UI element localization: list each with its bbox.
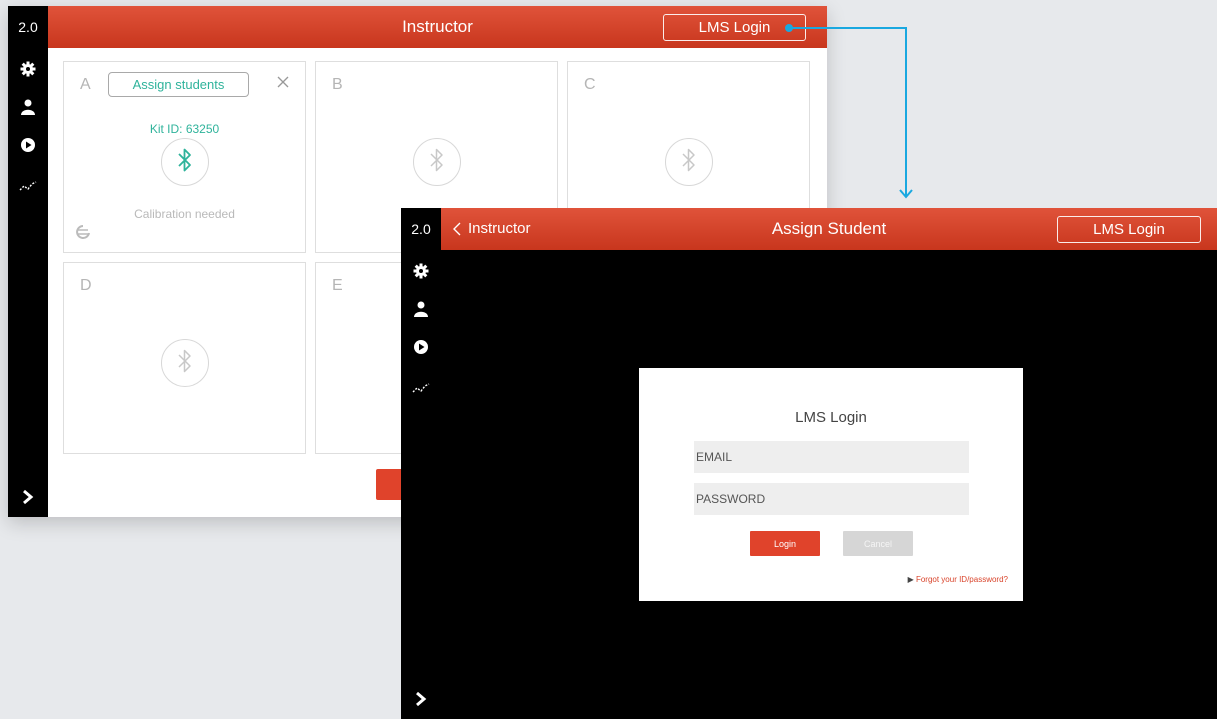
password-field[interactable] xyxy=(694,483,969,515)
sidebar: 2.0 xyxy=(401,208,441,719)
chart-icon[interactable] xyxy=(411,378,431,398)
lms-login-button[interactable]: LMS Login xyxy=(1057,216,1201,243)
chevron-right-icon[interactable] xyxy=(411,689,431,709)
dialog-title: LMS Login xyxy=(795,409,867,426)
forgot-password-label: Forgot your ID/password? xyxy=(915,575,1008,584)
gear-icon[interactable] xyxy=(411,261,431,281)
header-bar: Instructor Assign Student LMS Login xyxy=(441,208,1217,250)
play-icon[interactable] xyxy=(411,337,431,357)
user-icon[interactable] xyxy=(411,299,431,319)
assign-student-screen: 2.0 Instructor Assign Student LMS Login … xyxy=(401,208,1217,719)
cancel-button[interactable]: Cancel xyxy=(843,531,913,556)
triangle-right-icon: ▶ xyxy=(907,575,914,584)
version-label: 2.0 xyxy=(411,221,431,237)
lms-login-dialog: LMS Login Login Cancel ▶ Forgot your ID/… xyxy=(639,368,1023,601)
forgot-password-link[interactable]: ▶ Forgot your ID/password? xyxy=(908,575,1008,584)
login-button[interactable]: Login xyxy=(750,531,820,556)
email-field[interactable] xyxy=(694,441,969,473)
